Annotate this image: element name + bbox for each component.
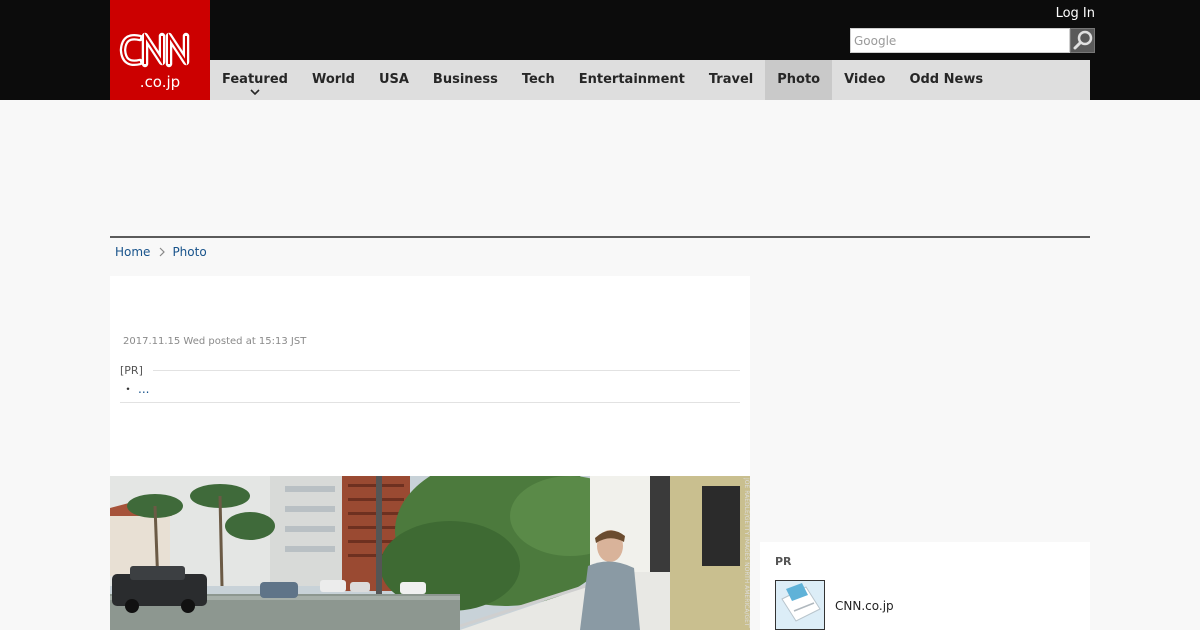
breadcrumb-photo[interactable]: Photo bbox=[172, 245, 206, 259]
search-icon bbox=[1073, 30, 1093, 50]
sidebar-pr-title: PR bbox=[775, 555, 792, 568]
nav-item-usa[interactable]: USA bbox=[367, 60, 421, 100]
nav-item-label: Video bbox=[844, 72, 886, 87]
document-image-icon bbox=[776, 581, 824, 629]
search-input[interactable] bbox=[850, 28, 1070, 53]
nav-item-photo[interactable]: Photo bbox=[765, 60, 833, 100]
article-card: 2017.11.15 Wed posted at 15:13 JST [PR] … bbox=[110, 276, 750, 630]
nav-item-label: World bbox=[311, 72, 355, 87]
main-nav: Featured World USA Business Tech Enterta… bbox=[210, 60, 1090, 100]
pr-divider-bottom bbox=[120, 402, 740, 403]
nav-item-label: Travel bbox=[708, 72, 754, 87]
nav-item-featured[interactable]: Featured bbox=[210, 60, 300, 100]
nav-item-travel[interactable]: Travel bbox=[697, 60, 765, 100]
chevron-right-icon bbox=[160, 247, 166, 257]
posted-timestamp: 2017.11.15 Wed posted at 15:13 JST bbox=[123, 336, 307, 347]
nav-item-label: Featured bbox=[222, 72, 288, 87]
nav-item-label: Business bbox=[432, 72, 498, 87]
nav-item-tech[interactable]: Tech bbox=[510, 60, 567, 100]
nav-item-label: Tech bbox=[521, 72, 555, 87]
sidebar-pr-box: PR CNN.co.jp bbox=[760, 542, 1090, 630]
section-divider bbox=[110, 236, 1090, 238]
nav-item-entertainment[interactable]: Entertainment bbox=[567, 60, 697, 100]
search-form bbox=[850, 28, 1095, 53]
sidebar-pr-link[interactable]: CNN.co.jp bbox=[835, 599, 894, 613]
nav-item-world[interactable]: World bbox=[300, 60, 367, 100]
pr-label: [PR] bbox=[120, 364, 151, 377]
pr-header: [PR] bbox=[120, 364, 740, 378]
nav-item-video[interactable]: Video bbox=[832, 60, 897, 100]
breadcrumb: Home Photo bbox=[115, 244, 207, 260]
photo-credit: JOE RAEDLE/GETTY IMAGES NORTH AMERICA/GE… bbox=[743, 478, 750, 628]
nav-item-label: Entertainment bbox=[578, 72, 685, 87]
pr-item-link[interactable]: ... bbox=[138, 382, 149, 396]
cnn-logo-icon: .co.jp bbox=[119, 32, 190, 91]
flooded-street-photo bbox=[110, 456, 750, 630]
pr-list-item: ・... bbox=[122, 380, 149, 397]
site-header: .co.jp Log In Featured World USA Busines… bbox=[0, 0, 1200, 100]
sidebar-thumbnail[interactable] bbox=[775, 580, 825, 630]
nav-item-label: Photo bbox=[777, 72, 821, 87]
nav-item-odd-news[interactable]: Odd News bbox=[897, 60, 995, 100]
svg-text:.co.jp: .co.jp bbox=[140, 73, 180, 91]
article-photo[interactable]: JOE RAEDLE/GETTY IMAGES NORTH AMERICA/GE… bbox=[110, 456, 750, 630]
cnn-logo[interactable]: .co.jp bbox=[110, 0, 210, 100]
bullet: ・ bbox=[122, 382, 135, 396]
nav-item-label: USA bbox=[378, 72, 409, 87]
nav-item-label: Odd News bbox=[909, 72, 984, 87]
search-button[interactable] bbox=[1070, 28, 1095, 53]
chevron-down-icon bbox=[250, 89, 260, 95]
nav-item-business[interactable]: Business bbox=[421, 60, 510, 100]
breadcrumb-home[interactable]: Home bbox=[115, 245, 150, 259]
login-link[interactable]: Log In bbox=[1056, 6, 1095, 21]
pr-divider bbox=[153, 370, 740, 371]
